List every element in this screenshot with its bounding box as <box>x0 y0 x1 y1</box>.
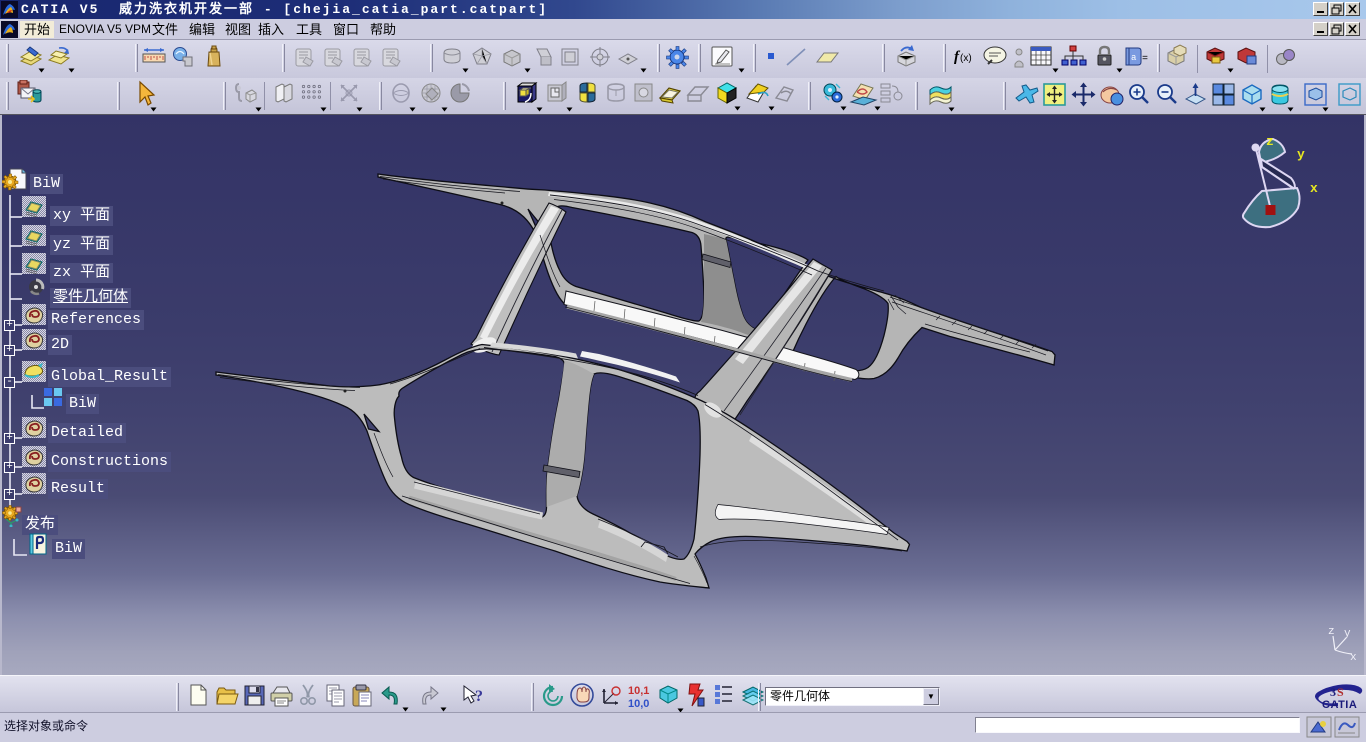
svg-text:x: x <box>1350 652 1357 664</box>
svg-text:10,0: 10,0 <box>628 698 649 709</box>
svg-text:?: ? <box>475 688 483 705</box>
svg-text:y: y <box>1297 147 1305 162</box>
svg-text:z: z <box>1266 134 1274 149</box>
svg-text:(x): (x) <box>960 53 972 64</box>
svg-text:3: 3 <box>1330 685 1336 699</box>
svg-text:CATIA: CATIA <box>1322 699 1357 711</box>
svg-text:S: S <box>1337 685 1344 699</box>
svg-text:=: = <box>1142 54 1148 65</box>
svg-text:x: x <box>1310 181 1318 196</box>
svg-text:z: z <box>1328 626 1335 638</box>
svg-text:y: y <box>1344 628 1351 640</box>
svg-text:a: a <box>1131 53 1137 63</box>
svg-text:10,1: 10,1 <box>628 685 649 697</box>
